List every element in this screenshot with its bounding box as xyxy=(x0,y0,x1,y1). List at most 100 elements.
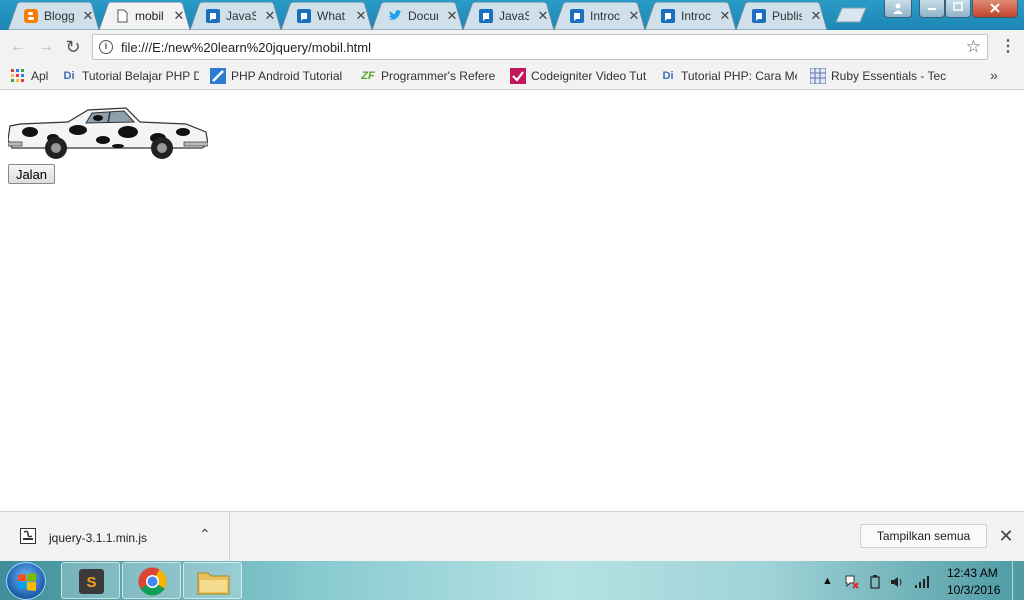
close-icon[interactable]: ✕ xyxy=(81,8,95,24)
tab-2[interactable]: mobil ✕ xyxy=(99,2,190,30)
tab-title: Docur xyxy=(408,9,438,23)
url-text[interactable]: file:///E:/new%20learn%20jquery/mobil.ht… xyxy=(121,40,371,55)
tab-title: JavaS xyxy=(499,9,529,23)
tab-6[interactable]: JavaS ✕ xyxy=(463,2,554,30)
tab-8[interactable]: Introc ✕ xyxy=(645,2,736,30)
di-icon: Di xyxy=(662,70,674,82)
browser-toolbar: ← → ↻ i file:///E:/new%20learn%20jquery/… xyxy=(0,30,1024,63)
download-shelf: jquery-3.1.1.min.js ⌃ Tampilkan semua ✕ xyxy=(0,511,1024,562)
bookmark-label: Tutorial PHP: Cara Me xyxy=(681,69,797,83)
bookmark-label: Apl xyxy=(31,69,49,83)
close-icon[interactable]: ✕ xyxy=(718,8,732,24)
close-icon[interactable]: ✕ xyxy=(172,8,186,24)
bookmark-item[interactable]: Codeigniter Video Tut xyxy=(510,67,650,85)
sublime-text-icon: S xyxy=(79,569,104,594)
page-icon xyxy=(570,9,584,23)
bookmark-item[interactable]: Apl xyxy=(10,67,55,85)
show-all-downloads-button[interactable]: Tampilkan semua xyxy=(860,524,987,548)
reload-button[interactable]: ↻ xyxy=(63,37,83,57)
close-icon[interactable]: ✕ xyxy=(445,8,459,24)
clock-time[interactable]: 12:43 AM xyxy=(947,566,998,580)
tab-title: Introc xyxy=(681,9,711,23)
close-window-button[interactable] xyxy=(972,0,1018,18)
bookmark-item[interactable]: ZF Programmer's Referen xyxy=(360,67,500,85)
forward-button[interactable]: → xyxy=(36,37,56,57)
bookmark-label: PHP Android Tutorial xyxy=(231,69,343,83)
tab-title: Introc xyxy=(590,9,620,23)
download-item[interactable]: jquery-3.1.1.min.js ⌃ xyxy=(0,512,230,562)
file-script-icon xyxy=(20,528,36,544)
menu-dots-icon[interactable]: ⋮ xyxy=(1000,37,1016,57)
bookmark-label: Ruby Essentials - Tech xyxy=(831,69,947,83)
windows-logo-icon xyxy=(18,573,36,591)
blue-square-icon xyxy=(210,68,226,84)
chevron-up-icon[interactable]: ⌃ xyxy=(199,526,211,543)
apps-grid-icon xyxy=(10,68,26,84)
close-icon[interactable]: ✕ xyxy=(627,8,641,24)
minimize-button[interactable] xyxy=(919,0,945,18)
battery-icon[interactable] xyxy=(870,575,880,592)
download-filename: jquery-3.1.1.min.js xyxy=(49,531,148,545)
action-center-icon[interactable] xyxy=(845,575,859,592)
bookmark-item[interactable]: Di Tutorial Belajar PHP D xyxy=(61,67,200,85)
user-icon[interactable] xyxy=(884,0,912,18)
tab-7[interactable]: Introc ✕ xyxy=(554,2,645,30)
bookmark-item[interactable]: Ruby Essentials - Tech xyxy=(810,67,950,85)
windows-taskbar: S ▲ 12:43 AM 10/3/2016 xyxy=(0,561,1024,600)
bookmark-item[interactable]: Di Tutorial PHP: Cara Me xyxy=(660,67,800,85)
arrow-left-icon: ← xyxy=(10,38,26,55)
tab-title: Publis xyxy=(772,9,802,23)
tab-title: What xyxy=(317,9,346,23)
new-tab-button[interactable] xyxy=(834,7,868,23)
file-icon xyxy=(115,9,129,23)
taskbar-app-chrome[interactable] xyxy=(122,562,181,599)
bookmarks-overflow-button[interactable]: » xyxy=(990,67,998,83)
bookmark-item[interactable]: PHP Android Tutorial xyxy=(210,67,350,85)
tab-title: JavaS xyxy=(226,9,256,23)
page-icon xyxy=(752,9,766,23)
tab-4[interactable]: What ✕ xyxy=(281,2,372,30)
close-icon[interactable]: ✕ xyxy=(536,8,550,24)
jalan-button[interactable]: Jalan xyxy=(8,164,55,184)
close-icon[interactable]: ✕ xyxy=(809,8,823,24)
folder-icon xyxy=(197,572,230,595)
maximize-button[interactable] xyxy=(945,0,971,18)
tab-3[interactable]: JavaS ✕ xyxy=(190,2,281,30)
tab-title: mobil xyxy=(135,9,164,23)
info-icon[interactable]: i xyxy=(99,40,113,54)
tab-1[interactable]: Blogg ✕ xyxy=(8,2,99,30)
tab-5[interactable]: Docur ✕ xyxy=(372,2,463,30)
close-icon[interactable]: ✕ xyxy=(354,8,368,24)
zf-icon: ZF xyxy=(361,70,375,82)
page-icon xyxy=(661,9,675,23)
bookmark-label: Codeigniter Video Tut xyxy=(531,69,647,83)
tab-9[interactable]: Publis ✕ xyxy=(736,2,827,30)
taskbar-app-sublime[interactable]: S xyxy=(61,562,120,599)
svg-text:S: S xyxy=(86,574,96,591)
taskbar-app-explorer[interactable] xyxy=(183,562,242,599)
car-image xyxy=(7,104,209,160)
arrow-right-icon: → xyxy=(38,38,54,55)
blogger-icon xyxy=(24,9,38,23)
clock-date[interactable]: 10/3/2016 xyxy=(947,583,1000,597)
close-icon[interactable]: ✕ xyxy=(263,8,277,24)
page-content: Jalan xyxy=(0,91,1024,511)
page-icon xyxy=(206,9,220,23)
reload-icon: ↻ xyxy=(65,37,81,57)
check-icon xyxy=(510,68,526,84)
bookmarks-bar: Apl Di Tutorial Belajar PHP D PHP Androi… xyxy=(0,63,1024,90)
star-icon[interactable]: ☆ xyxy=(966,37,981,57)
close-icon[interactable]: ✕ xyxy=(998,526,1014,546)
page-icon xyxy=(479,9,493,23)
signal-icon[interactable] xyxy=(914,575,930,592)
show-desktop-button[interactable] xyxy=(1012,561,1024,600)
di-icon: Di xyxy=(63,70,75,82)
window-controls xyxy=(884,0,1024,20)
volume-icon[interactable] xyxy=(890,575,904,592)
address-bar[interactable]: i file:///E:/new%20learn%20jquery/mobil.… xyxy=(92,34,988,60)
page-icon xyxy=(297,9,311,23)
grid-icon xyxy=(810,68,826,84)
back-button[interactable]: ← xyxy=(8,37,28,57)
start-button[interactable] xyxy=(6,562,46,600)
tray-expand-icon[interactable]: ▲ xyxy=(822,575,833,587)
